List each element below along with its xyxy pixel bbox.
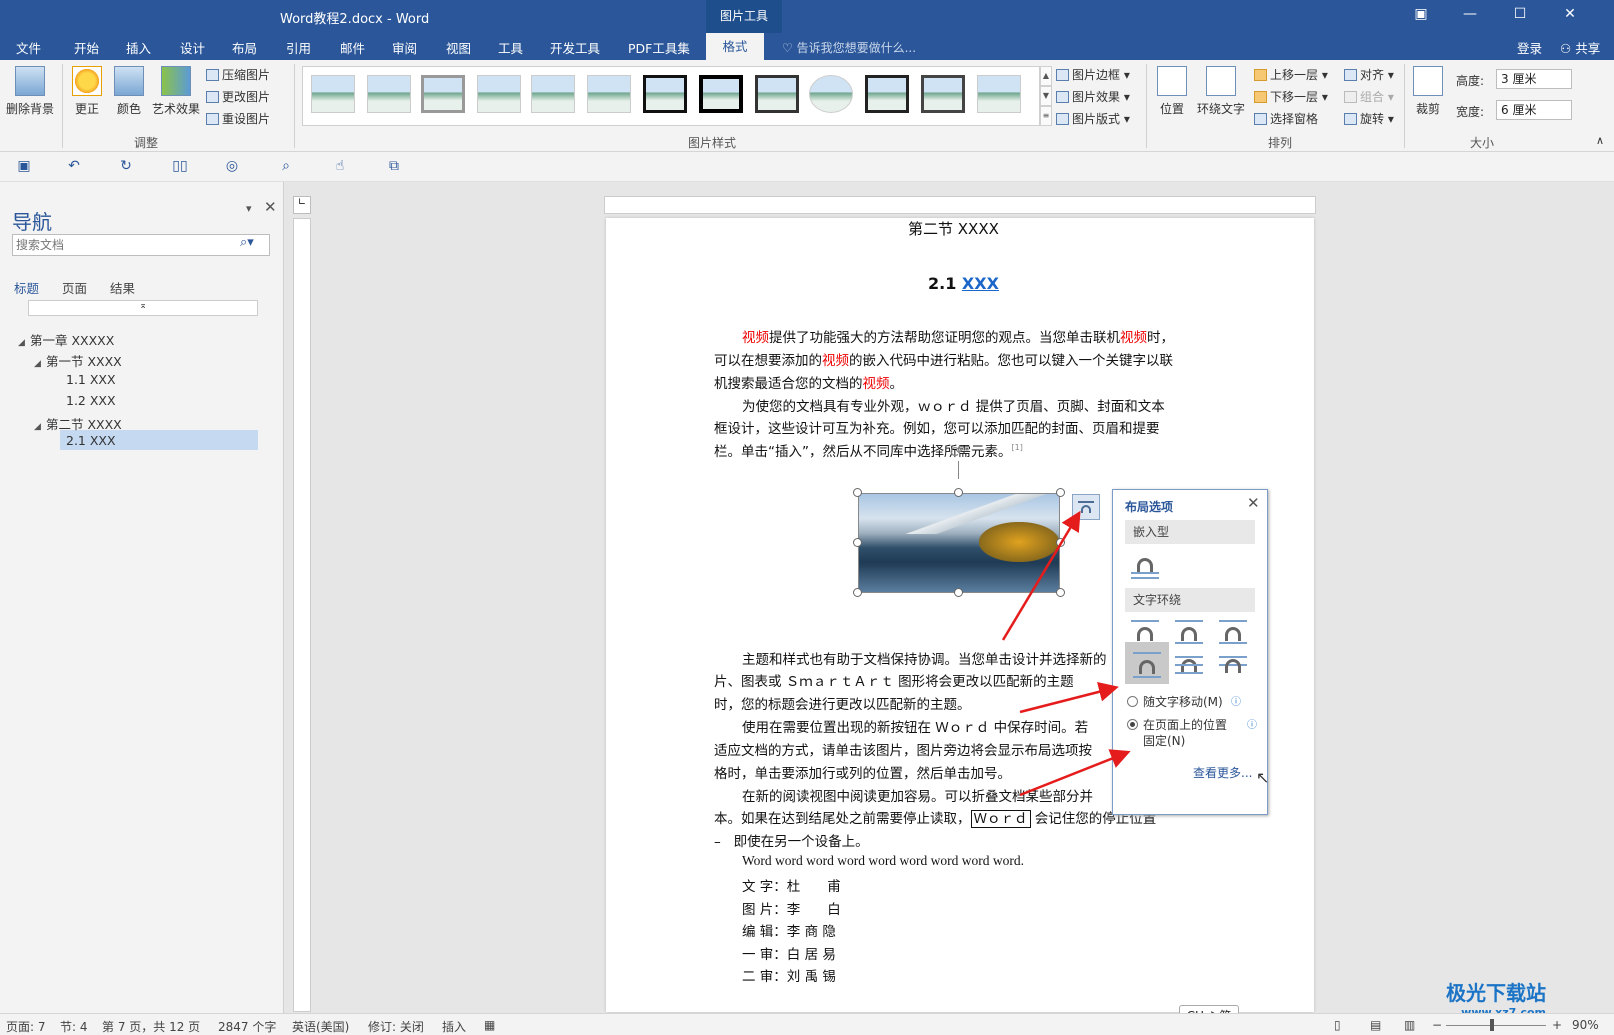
arrow-to-layout-button [1001,510,1081,641]
zoom-in-icon[interactable]: + [1552,1018,1562,1032]
status-language[interactable]: 英语(美国) [292,1018,349,1035]
zoom-level[interactable]: 90% [1572,1018,1599,1032]
zoom-out-icon[interactable]: − [1432,1018,1442,1032]
macro-icon[interactable]: ▦ [484,1018,495,1032]
status-page-of[interactable]: 第 7 页，共 12 页 [102,1018,200,1035]
zoom-slider-thumb[interactable] [1490,1019,1494,1031]
annotation-arrows [1001,510,1131,797]
status-word-count[interactable]: 2847 个字 [218,1018,276,1035]
zoom-slider[interactable] [1446,1025,1546,1026]
web-layout-icon[interactable]: ▥ [1404,1018,1415,1032]
status-section[interactable]: 节: 4 [60,1018,88,1035]
status-bar: 页面: 7 节: 4 第 7 页，共 12 页 2847 个字 英语(美国) 修… [0,1013,1614,1035]
status-page[interactable]: 页面: 7 [6,1018,46,1035]
status-insert-mode[interactable]: 插入 [442,1018,466,1035]
print-layout-icon[interactable]: ▤ [1370,1018,1381,1032]
watermark-text: 极光下载站 [1446,981,1546,1005]
status-track-changes[interactable]: 修订: 关闭 [368,1018,424,1035]
arrow-to-fix-position [1019,749,1131,797]
arrow-to-top-bottom-wrap [1019,682,1119,714]
read-mode-icon[interactable]: ▯ [1334,1018,1341,1032]
